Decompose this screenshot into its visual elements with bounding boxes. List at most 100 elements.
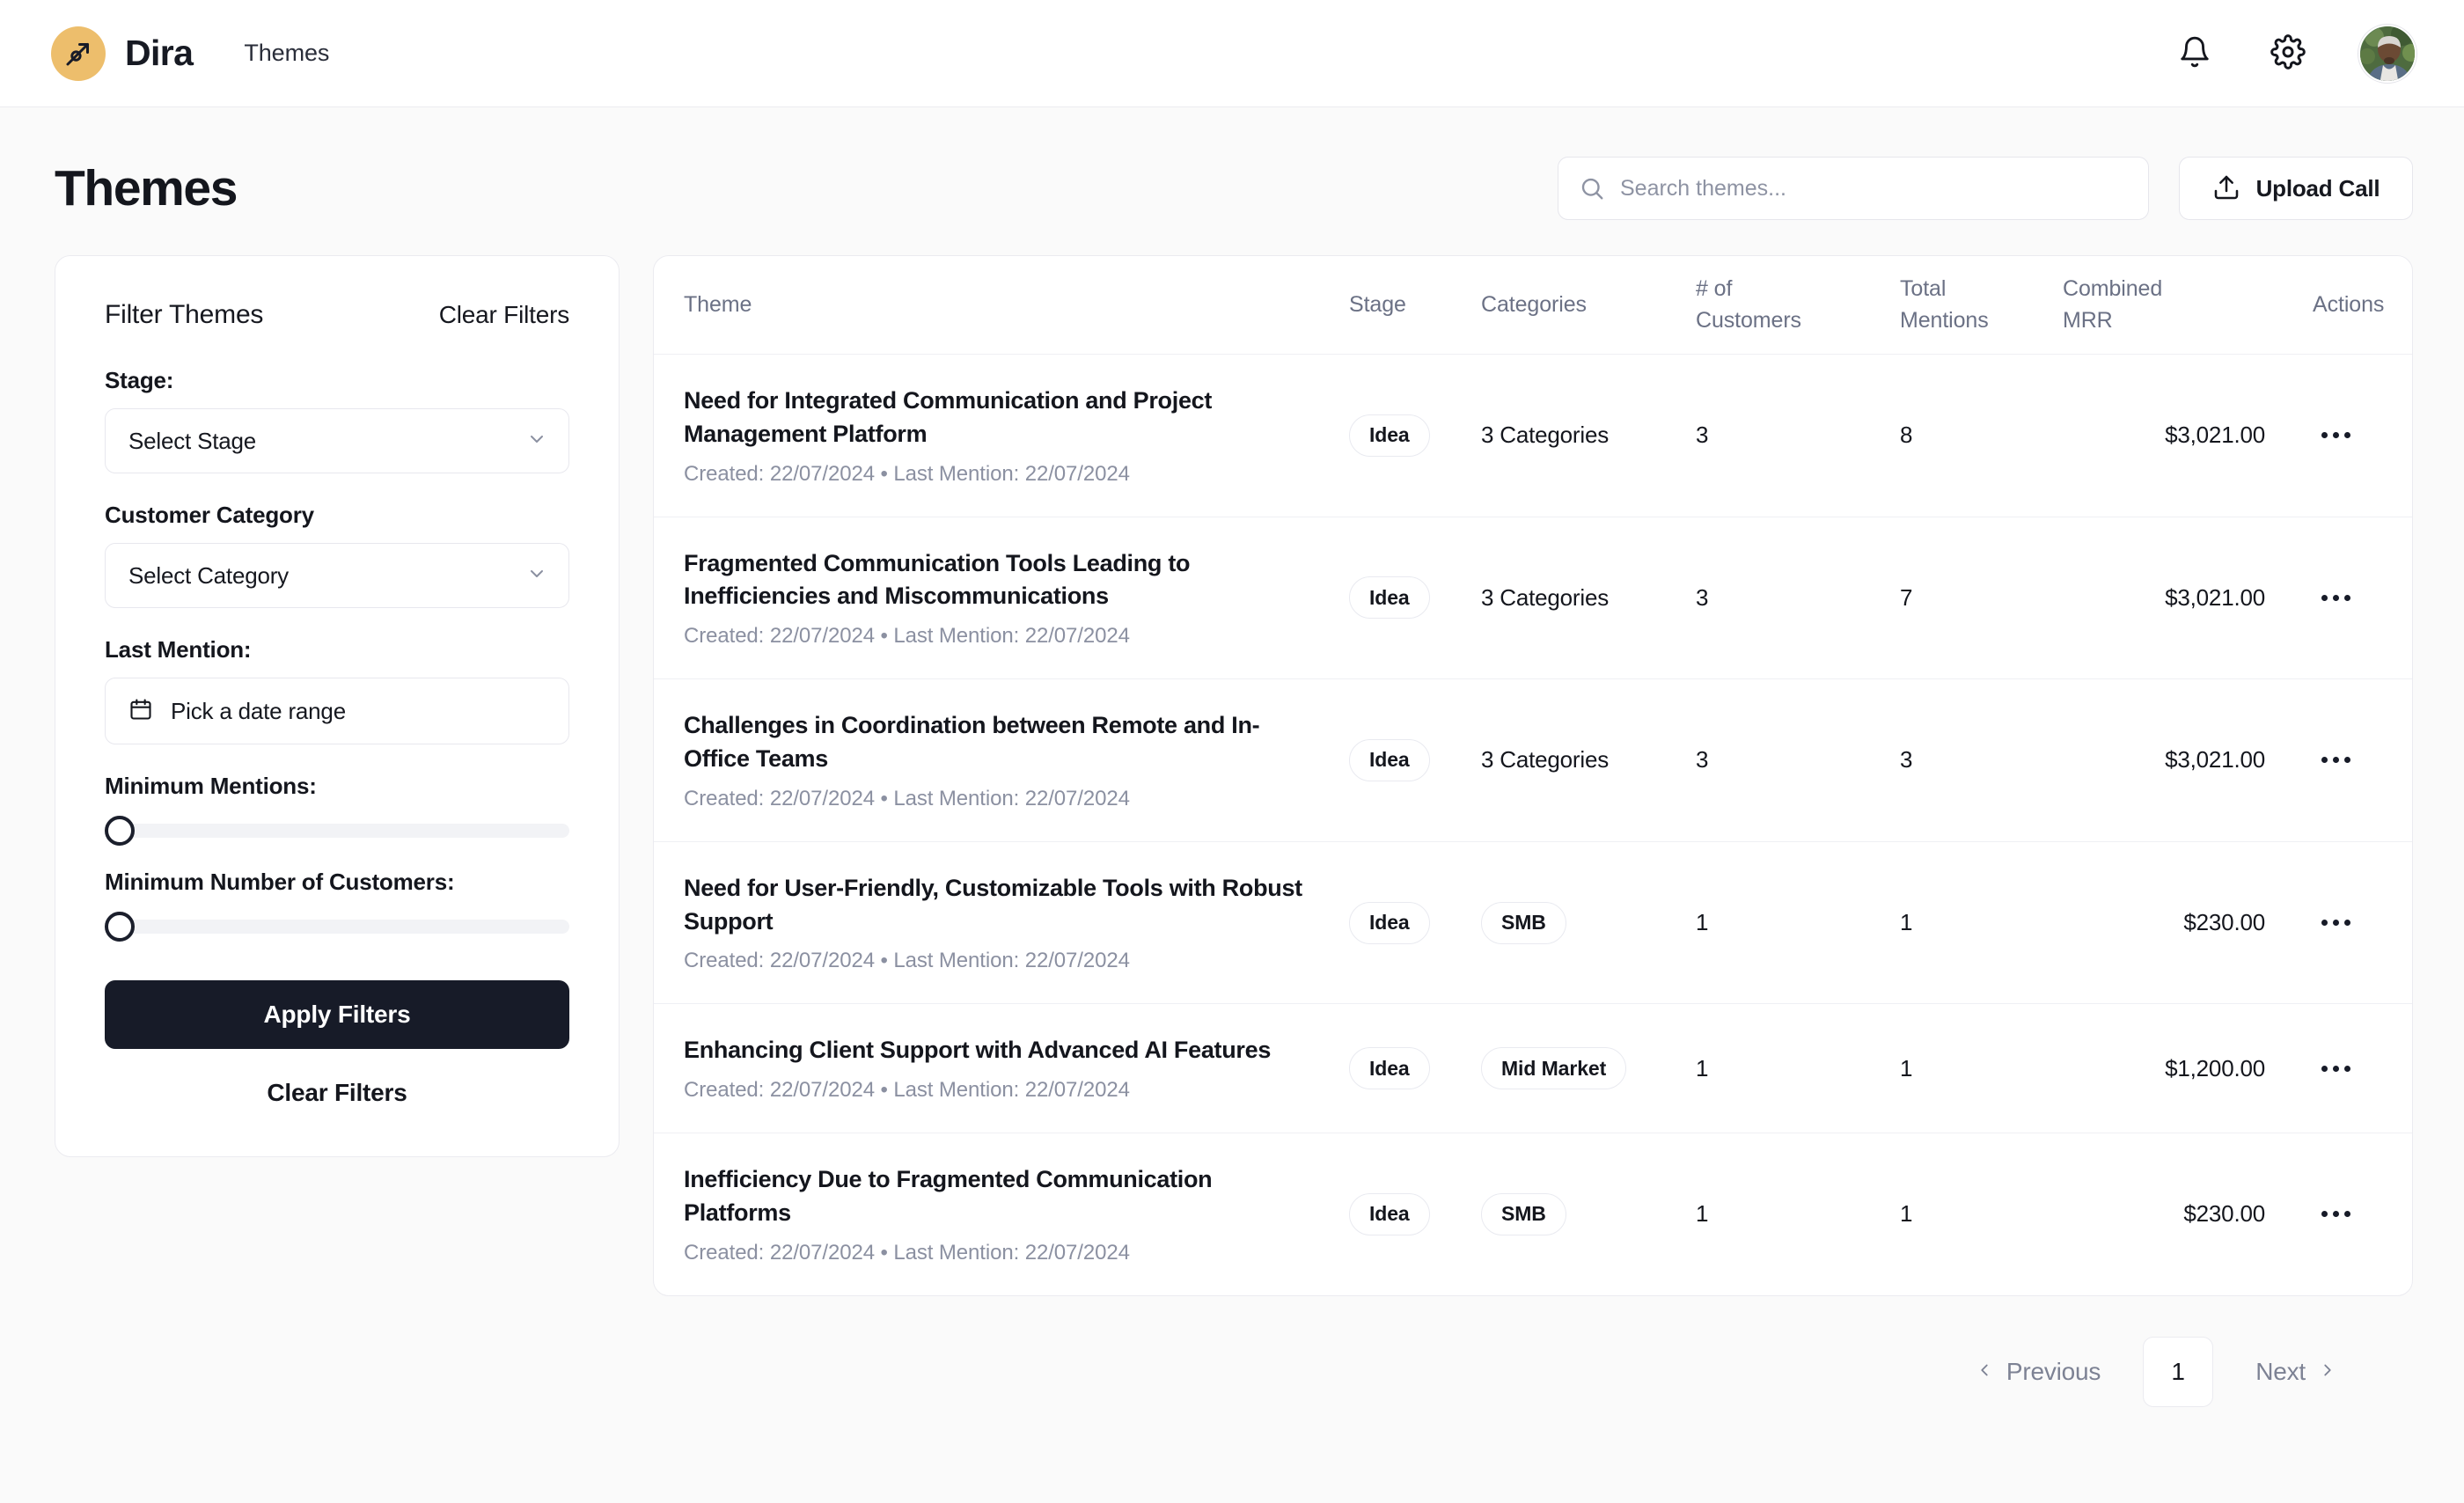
customers-count: 1 <box>1696 909 1709 936</box>
filter-panel-header: Filter Themes Clear Filters <box>105 300 569 330</box>
upload-icon <box>2212 173 2240 204</box>
chevron-left-icon <box>1975 1358 1994 1386</box>
slider-thumb[interactable] <box>105 912 135 942</box>
upload-call-label: Upload Call <box>2255 174 2380 202</box>
avatar[interactable] <box>2358 24 2416 83</box>
more-horizontal-icon <box>2344 594 2350 601</box>
more-horizontal-icon <box>2344 757 2350 764</box>
apply-filters-button[interactable]: Apply Filters <box>105 980 569 1049</box>
table-row[interactable]: Need for User-Friendly, Customizable Too… <box>654 842 2412 1005</box>
page-header: Themes Upload Call <box>0 107 2464 220</box>
row-actions-button[interactable] <box>2313 1055 2359 1082</box>
theme-dates: Created: 22/07/2024 • Last Mention: 22/0… <box>684 1240 1130 1265</box>
clear-filters-top-button[interactable]: Clear Filters <box>439 301 570 329</box>
filter-panel-title: Filter Themes <box>105 300 264 329</box>
table-row[interactable]: Fragmented Communication Tools Leading t… <box>654 517 2412 680</box>
customer-category-select[interactable]: Select Category <box>105 543 569 608</box>
nav-link-themes[interactable]: Themes <box>244 40 329 67</box>
theme-title[interactable]: Challenges in Coordination between Remot… <box>684 709 1314 776</box>
minimum-mentions-slider[interactable] <box>105 816 569 846</box>
mentions-count: 1 <box>1900 1200 1913 1228</box>
row-actions-button[interactable] <box>2313 422 2359 449</box>
column-header-actions: Actions <box>2313 291 2385 317</box>
pagination: Previous 1 Next <box>653 1296 2413 1407</box>
clear-filters-bottom-button[interactable]: Clear Filters <box>267 1079 407 1107</box>
column-header-stage: Stage <box>1349 291 1406 317</box>
minimum-customers-label: Minimum Number of Customers: <box>105 869 455 895</box>
previous-page-button[interactable]: Previous <box>1955 1345 2120 1398</box>
more-horizontal-icon <box>2321 757 2328 764</box>
slider-thumb[interactable] <box>105 816 135 846</box>
category-badge: SMB <box>1481 1192 1566 1235</box>
theme-dates: Created: 22/07/2024 • Last Mention: 22/0… <box>684 461 1130 486</box>
theme-title[interactable]: Fragmented Communication Tools Leading t… <box>684 547 1314 614</box>
row-actions-button[interactable] <box>2313 1200 2359 1228</box>
next-page-button[interactable]: Next <box>2236 1345 2357 1398</box>
theme-title[interactable]: Inefficiency Due to Fragmented Communica… <box>684 1163 1314 1230</box>
notifications-button[interactable] <box>2172 31 2218 77</box>
table-row[interactable]: Challenges in Coordination between Remot… <box>654 679 2412 842</box>
stage-select-value: Select Stage <box>128 427 257 454</box>
customers-count: 3 <box>1696 422 1709 449</box>
minimum-customers-slider[interactable] <box>105 912 569 942</box>
mentions-count: 1 <box>1900 909 1913 936</box>
more-horizontal-icon <box>2333 432 2339 439</box>
column-header-theme: Theme <box>684 291 752 317</box>
table-row[interactable]: Inefficiency Due to Fragmented Communica… <box>654 1133 2412 1295</box>
stage-badge: Idea <box>1349 738 1430 781</box>
theme-title[interactable]: Need for Integrated Communication and Pr… <box>684 385 1314 451</box>
more-horizontal-icon <box>2333 920 2339 927</box>
bell-icon <box>2178 35 2211 71</box>
combined-mrr: $230.00 <box>2183 1200 2265 1228</box>
category-badge: SMB <box>1481 901 1566 944</box>
row-actions-button[interactable] <box>2313 909 2359 936</box>
row-actions-button[interactable] <box>2313 584 2359 612</box>
theme-dates: Created: 22/07/2024 • Last Mention: 22/0… <box>684 786 1130 810</box>
page-body: Filter Themes Clear Filters Stage: Selec… <box>0 220 2464 1407</box>
theme-dates: Created: 22/07/2024 • Last Mention: 22/0… <box>684 1078 1130 1103</box>
upload-call-button[interactable]: Upload Call <box>2179 157 2413 220</box>
row-actions-button[interactable] <box>2313 746 2359 773</box>
table-row[interactable]: Need for Integrated Communication and Pr… <box>654 355 2412 517</box>
page-title: Themes <box>55 160 238 216</box>
date-range-picker[interactable]: Pick a date range <box>105 678 569 744</box>
page-number-1[interactable]: 1 <box>2143 1336 2214 1407</box>
more-horizontal-icon <box>2344 1065 2350 1072</box>
stage-badge: Idea <box>1349 1047 1430 1090</box>
filter-panel: Filter Themes Clear Filters Stage: Selec… <box>55 255 620 1157</box>
search-input[interactable] <box>1558 157 2149 220</box>
mentions-count: 3 <box>1900 746 1913 773</box>
column-header-mentions: Total Mentions <box>1900 276 1989 333</box>
topbar-actions <box>2172 24 2416 83</box>
table-header-row: Theme Stage Categories # of Customers Tot… <box>654 256 2412 355</box>
user-avatar <box>2360 26 2415 81</box>
brand-logo[interactable]: Dira <box>51 26 194 81</box>
combined-mrr: $3,021.00 <box>2165 746 2265 773</box>
calendar-icon <box>128 697 153 726</box>
theme-title[interactable]: Need for User-Friendly, Customizable Too… <box>684 872 1314 939</box>
customer-category-field-label: Customer Category <box>105 502 314 528</box>
slider-track <box>105 920 569 934</box>
themes-main: Theme Stage Categories # of Customers Tot… <box>653 255 2413 1407</box>
category-count: 3 Categories <box>1481 422 1610 449</box>
category-badge: Mid Market <box>1481 1047 1627 1090</box>
column-header-categories: Categories <box>1481 291 1587 317</box>
table-row[interactable]: Enhancing Client Support with Advanced A… <box>654 1004 2412 1134</box>
chevron-down-icon <box>526 563 547 589</box>
more-horizontal-icon <box>2344 920 2350 927</box>
stage-select[interactable]: Select Stage <box>105 408 569 473</box>
column-header-customers: # of Customers <box>1696 276 1801 333</box>
theme-title[interactable]: Enhancing Client Support with Advanced A… <box>684 1034 1314 1067</box>
more-horizontal-icon <box>2333 757 2339 764</box>
settings-button[interactable] <box>2265 31 2311 77</box>
customers-count: 1 <box>1696 1054 1709 1081</box>
slider-track <box>105 824 569 838</box>
last-mention-field-label: Last Mention: <box>105 636 252 663</box>
brand-name: Dira <box>125 33 194 73</box>
stage-badge: Idea <box>1349 576 1430 620</box>
combined-mrr: $230.00 <box>2183 909 2265 936</box>
stage-badge: Idea <box>1349 1192 1430 1235</box>
more-horizontal-icon <box>2333 594 2339 601</box>
category-count: 3 Categories <box>1481 746 1610 773</box>
more-horizontal-icon <box>2344 1211 2350 1218</box>
